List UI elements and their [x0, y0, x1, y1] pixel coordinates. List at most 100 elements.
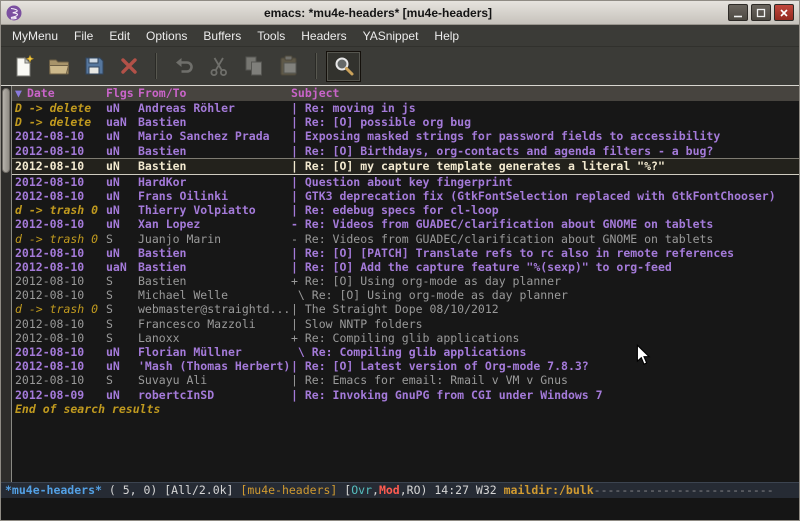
message-mark: d -> trash 0 — [12, 232, 106, 246]
modeline-mod: Mod — [379, 483, 400, 497]
titlebar[interactable]: emacs: *mu4e-headers* [mu4e-headers] — [1, 1, 799, 25]
modeline-plain: [ — [337, 483, 351, 497]
message-subject: | Re: [O] [PATCH] Translate refs to rc a… — [291, 246, 799, 260]
search-icon[interactable] — [326, 51, 361, 82]
headers-column-header[interactable]: ▼Date Flgs From/To Subject — [12, 86, 799, 101]
message-mark: d -> trash 0 — [12, 203, 106, 217]
message-from: Bastien — [138, 246, 291, 260]
message-from: Francesco Mazzoli — [138, 317, 291, 331]
message-subject: \ Re: Compiling glib applications — [291, 345, 799, 359]
message-from: Lanoxx — [138, 331, 291, 345]
close-buffer-icon[interactable] — [111, 51, 146, 82]
message-row[interactable]: 2012-08-10uNBastien| Re: [O] [PATCH] Tra… — [12, 246, 799, 260]
menu-options[interactable]: Options — [138, 26, 195, 46]
message-date: 2012-08-10 — [12, 189, 106, 203]
menu-buffers[interactable]: Buffers — [195, 26, 249, 46]
message-row[interactable]: 2012-08-10SFrancesco Mazzoli| Slow NNTP … — [12, 317, 799, 331]
minimize-button[interactable] — [728, 4, 748, 21]
message-from: Bastien — [138, 115, 291, 129]
cut-icon — [201, 51, 236, 82]
message-date: 2012-08-10 — [12, 129, 106, 143]
message-subject: - Re: Videos from GUADEC/clarification a… — [291, 217, 799, 231]
message-subject: | Re: [O] Birthdays, org-contacts and ag… — [291, 144, 799, 158]
message-subject: | Re: [O] possible org bug — [291, 115, 799, 129]
column-date[interactable]: ▼Date — [12, 86, 106, 101]
message-row-current[interactable]: 2012-08-10uNBastien| Re: [O] my capture … — [12, 158, 799, 175]
modeline-plain: 14:27 — [434, 483, 469, 497]
save-icon[interactable] — [76, 51, 111, 82]
minibuffer[interactable] — [1, 498, 799, 520]
message-from: Thierry Volpiatto — [138, 203, 291, 217]
modeline-plain: ( 5, 0) — [102, 483, 164, 497]
message-subject: + Re: [O] Using org-mode as day planner — [291, 274, 799, 288]
message-row[interactable]: 2012-08-09uNrobertcInSD| Re: Invoking Gn… — [12, 388, 799, 402]
message-flags: uN — [106, 217, 138, 231]
menu-headers[interactable]: Headers — [293, 26, 354, 46]
message-row[interactable]: 2012-08-10SSuvayu Ali| Re: Emacs for ema… — [12, 373, 799, 387]
message-flags: uN — [106, 101, 138, 115]
message-from: Bastien — [138, 274, 291, 288]
message-row[interactable]: 2012-08-10uN'Mash (Thomas Herbert)| Re: … — [12, 359, 799, 373]
message-subject: | Re: Emacs for email: Rmail v VM v Gnus — [291, 373, 799, 387]
maximize-button[interactable] — [751, 4, 771, 21]
message-row[interactable]: 2012-08-10uNFrans Oilinki| GTK3 deprecat… — [12, 189, 799, 203]
menu-file[interactable]: File — [66, 26, 101, 46]
message-date: 2012-08-10 — [12, 373, 106, 387]
menu-tools[interactable]: Tools — [249, 26, 293, 46]
scrollbar-thumb[interactable] — [2, 88, 10, 173]
message-subject: + Re: Compiling glib applications — [291, 331, 799, 345]
menu-edit[interactable]: Edit — [101, 26, 138, 46]
open-file-icon[interactable] — [41, 51, 76, 82]
modeline-ro: RO — [407, 483, 421, 497]
message-date: 2012-08-09 — [12, 388, 106, 402]
message-mark: D -> delete — [12, 115, 106, 129]
message-mark: d -> trash 0 — [12, 302, 106, 316]
message-subject: | GTK3 deprecation fix (GtkFontSelection… — [291, 189, 799, 203]
message-date: 2012-08-10 — [12, 359, 106, 373]
message-row[interactable]: 2012-08-10uNFlorian Müllner \ Re: Compil… — [12, 345, 799, 359]
message-row[interactable]: D -> deleteuNAndreas Röhler| Re: moving … — [12, 101, 799, 115]
message-flags: uaN — [106, 115, 138, 129]
copy-icon — [236, 51, 271, 82]
paste-icon — [271, 51, 306, 82]
message-row[interactable]: D -> deleteuaNBastien| Re: [O] possible … — [12, 115, 799, 129]
message-row[interactable]: 2012-08-10uNBastien| Re: [O] Birthdays, … — [12, 144, 799, 158]
message-row[interactable]: 2012-08-10uNHardKor| Question about key … — [12, 175, 799, 189]
message-row[interactable]: 2012-08-10SLanoxx+ Re: Compiling glib ap… — [12, 331, 799, 345]
mode-line: *mu4e-headers* ( 5, 0) [All/2.0k] [mu4e-… — [1, 482, 799, 498]
menu-mymenu[interactable]: MyMenu — [4, 26, 66, 46]
scrollbar[interactable] — [1, 86, 12, 482]
message-subject: | Re: edebug specs for cl-loop — [291, 203, 799, 217]
message-row[interactable]: 2012-08-10uaNBastien| Re: [O] Add the ca… — [12, 260, 799, 274]
menu-yasnippet[interactable]: YASnippet — [355, 26, 427, 46]
message-row[interactable]: d -> trash 0uNThierry Volpiatto| Re: ede… — [12, 203, 799, 217]
column-subject[interactable]: Subject — [291, 86, 799, 101]
message-subject: \ Re: [O] Using org-mode as day planner — [291, 288, 799, 302]
message-flags: uN — [106, 388, 138, 402]
sort-descending-icon[interactable]: ▼ — [15, 86, 22, 100]
message-row[interactable]: 2012-08-10SMichael Welle \ Re: [O] Using… — [12, 288, 799, 302]
emacs-window: emacs: *mu4e-headers* [mu4e-headers] MyM… — [0, 0, 800, 521]
message-flags: uN — [106, 175, 138, 189]
modeline-plain: , — [372, 483, 379, 497]
message-row[interactable]: 2012-08-10SBastien+ Re: [O] Using org-mo… — [12, 274, 799, 288]
message-date: 2012-08-10 — [12, 288, 106, 302]
message-flags: S — [106, 317, 138, 331]
message-row[interactable]: 2012-08-10uNXan Lopez- Re: Videos from G… — [12, 217, 799, 231]
message-from: webmaster@straightd... — [138, 302, 291, 316]
message-from: Bastien — [138, 260, 291, 274]
message-row[interactable]: 2012-08-10uNMario Sanchez Prada| Exposin… — [12, 129, 799, 143]
close-button[interactable] — [774, 4, 794, 21]
new-file-icon[interactable] — [6, 51, 41, 82]
message-subject: | Re: Invoking GnuPG from CGI under Wind… — [291, 388, 799, 402]
menu-help[interactable]: Help — [426, 26, 467, 46]
message-flags: uN — [106, 359, 138, 373]
message-flags: uN — [106, 129, 138, 143]
message-row[interactable]: d -> trash 0Swebmaster@straightd...| The… — [12, 302, 799, 316]
column-flags[interactable]: Flgs — [106, 86, 138, 101]
headers-buffer: ▼Date Flgs From/To Subject D -> deleteuN… — [12, 86, 799, 482]
message-from: Bastien — [138, 159, 291, 174]
column-from[interactable]: From/To — [138, 86, 291, 101]
message-row[interactable]: d -> trash 0SJuanjo Marin- Re: Videos fr… — [12, 232, 799, 246]
modeline-plain: [All/2.0k] — [164, 483, 240, 497]
